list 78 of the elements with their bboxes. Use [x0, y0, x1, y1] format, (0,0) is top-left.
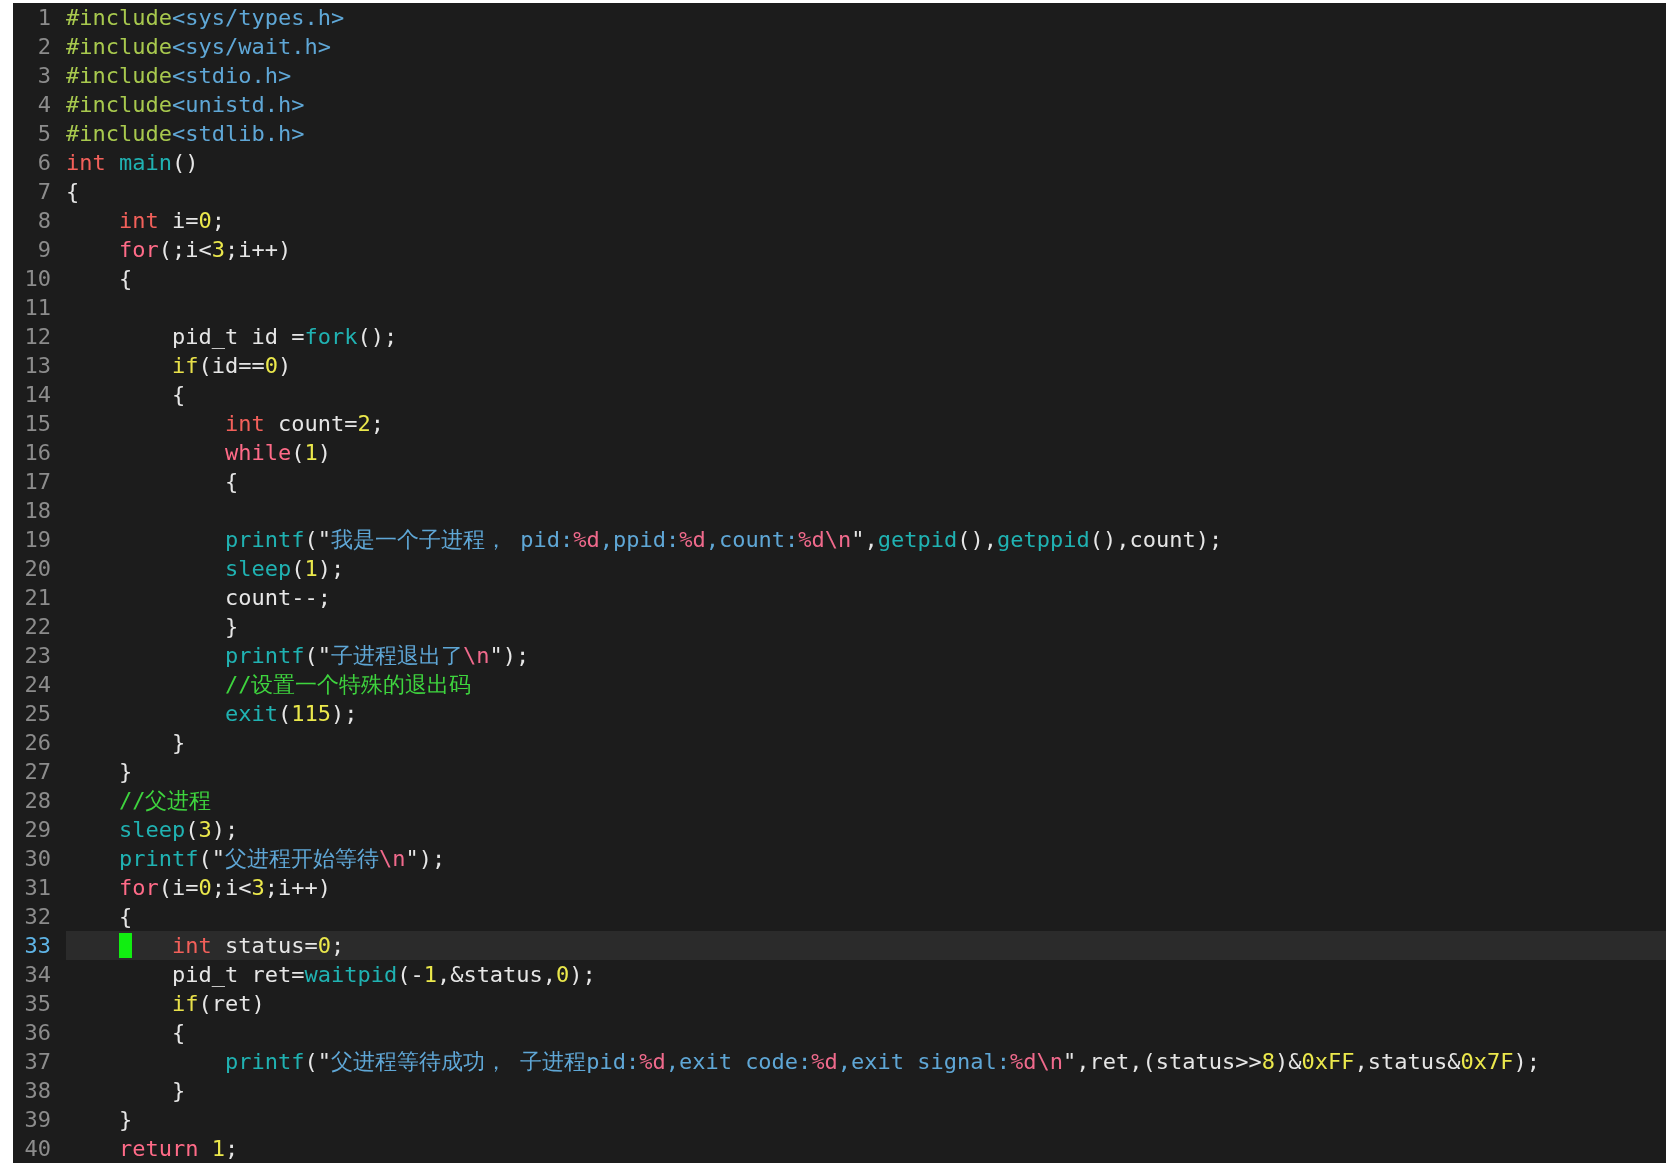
code-line: sleep(1);	[223, 556, 345, 581]
code-line: #include<sys/wait.h>	[66, 34, 331, 59]
line-number: 19	[23, 526, 52, 554]
line-number: 34	[23, 961, 52, 989]
line-number: 28	[23, 787, 52, 815]
line-number: 21	[23, 584, 52, 612]
line-number: 32	[23, 903, 52, 931]
code-line: #include<unistd.h>	[66, 92, 305, 117]
code-line: if(ret)	[170, 991, 265, 1016]
code-line: #include<stdio.h>	[66, 63, 292, 88]
line-number: 16	[23, 439, 52, 467]
line-number: 31	[23, 874, 52, 902]
code-line: }	[117, 759, 133, 784]
code-line: for(;i<3;i++)	[117, 237, 292, 262]
line-number: 18	[23, 497, 52, 525]
code-line: int count=2;	[223, 411, 384, 436]
code-line: #include<sys/types.h>	[66, 5, 345, 30]
code-line: printf("父进程等待成功， 子进程pid:%d,exit code:%d,exit signal:%d\n",ret,(status>>8)&0xFF,status&0x7F);	[223, 1049, 1540, 1074]
line-number: 36	[23, 1019, 52, 1047]
line-number: 4	[36, 91, 52, 119]
code-line: }	[170, 730, 186, 755]
line-number: 3	[36, 62, 52, 90]
line-number: 39	[23, 1106, 52, 1134]
code-line: int status=0;	[170, 933, 345, 958]
line-number: 40	[23, 1135, 52, 1163]
code-line: if(id==0)	[170, 353, 292, 378]
code-line: pid_t ret=waitpid(-1,&status,0);	[170, 962, 596, 987]
line-number: 37	[23, 1048, 52, 1076]
line-number: 29	[23, 816, 52, 844]
line-number: 13	[23, 352, 52, 380]
line-number: 10	[23, 265, 52, 293]
code-line: while(1)	[223, 440, 331, 465]
line-number: 17	[23, 468, 52, 496]
line-number: 11	[23, 294, 52, 322]
code-line: {	[117, 266, 133, 291]
line-number: 35	[23, 990, 52, 1018]
line-number: 2	[36, 33, 52, 61]
line-number: 14	[23, 381, 52, 409]
code-line: {	[223, 469, 239, 494]
code-line: for(i=0;i<3;i++)	[117, 875, 331, 900]
code-line: {	[117, 904, 133, 929]
code-line: printf("子进程退出了\n");	[223, 643, 530, 668]
line-number: 1	[36, 4, 52, 32]
line-number: 6	[36, 149, 52, 177]
line-number: 7	[36, 178, 52, 206]
code-line: //设置一个特殊的退出码	[223, 672, 472, 697]
code-line: }	[223, 614, 239, 639]
line-number: 26	[23, 729, 52, 757]
code-line: printf("我是一个子进程， pid:%d,ppid:%d,count:%d\n",getpid(),getppid(),count);	[223, 527, 1223, 552]
line-number: 24	[23, 671, 52, 699]
line-number: 20	[23, 555, 52, 583]
line-number: 33	[23, 932, 52, 960]
code-line: //父进程	[117, 788, 212, 813]
line-number: 22	[23, 613, 52, 641]
code-line: #include<stdlib.h>	[66, 121, 305, 146]
line-number: 23	[23, 642, 52, 670]
code-line: {	[170, 382, 186, 407]
code-line: {	[66, 179, 80, 204]
code-line: count--;	[223, 585, 331, 610]
line-number: 5	[36, 120, 52, 148]
code-line: sleep(3);	[117, 817, 239, 842]
line-number: 38	[23, 1077, 52, 1105]
line-number: 12	[23, 323, 52, 351]
line-number: 30	[23, 845, 52, 873]
code-line: printf("父进程开始等待\n");	[117, 846, 446, 871]
line-number: 25	[23, 700, 52, 728]
code-line: pid_t id =fork();	[170, 324, 398, 349]
code-line: {	[170, 1020, 186, 1045]
code-line: }	[117, 1107, 133, 1132]
line-number: 27	[23, 758, 52, 786]
code-line: int main()	[66, 150, 199, 175]
line-number: 15	[23, 410, 52, 438]
line-number: 9	[36, 236, 52, 264]
code-line: return 1;	[117, 1136, 239, 1161]
line-number: 8	[36, 207, 52, 235]
code-line: exit(115);	[223, 701, 358, 726]
code-line: }	[170, 1078, 186, 1103]
code-line: int i=0;	[117, 208, 225, 233]
